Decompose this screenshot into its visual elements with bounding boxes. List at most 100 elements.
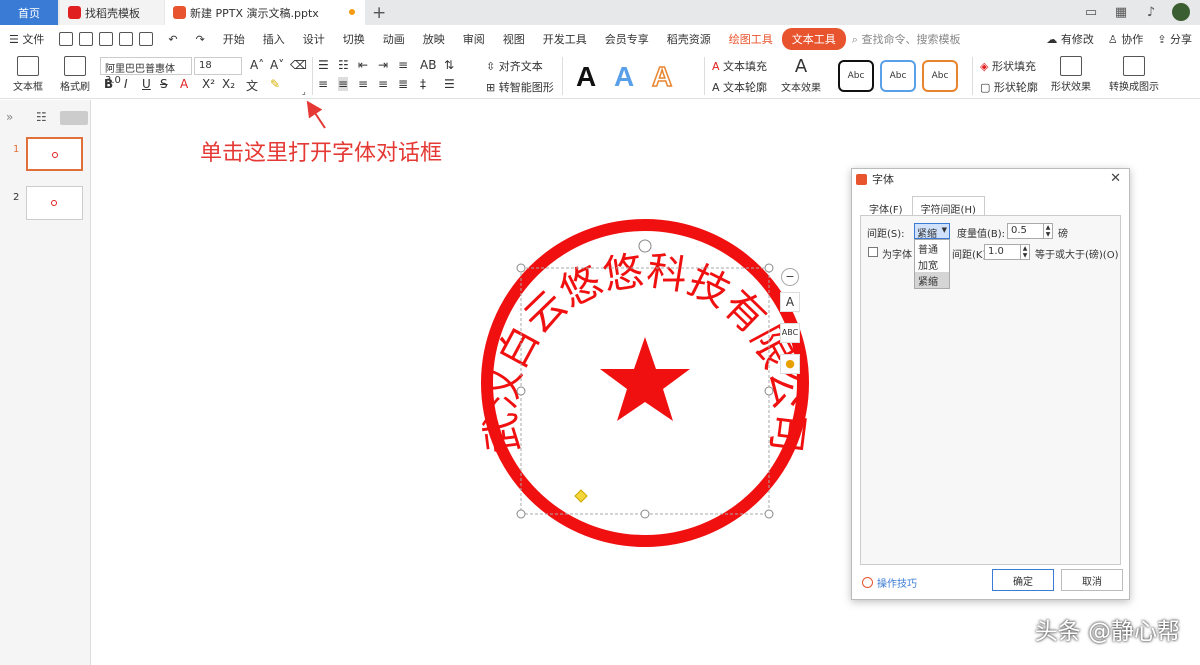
format-painter-button[interactable]: 格式刷 <box>56 56 94 93</box>
menu-member[interactable]: 会员专享 <box>596 31 658 47</box>
resize-handle[interactable] <box>516 386 526 396</box>
font-size-select[interactable]: 18 <box>194 57 242 75</box>
float-idea-icon[interactable]: ● <box>780 354 800 374</box>
menu-slideshow[interactable]: 放映 <box>414 31 454 47</box>
line-spacing-icon[interactable]: ≡ <box>398 58 408 72</box>
menu-start[interactable]: 开始 <box>214 31 254 47</box>
sort-icon[interactable]: ⇅ <box>444 58 454 72</box>
cancel-button[interactable]: 取消 <box>1061 569 1123 591</box>
superscript-icon[interactable]: X² <box>202 77 215 91</box>
resize-handle[interactable] <box>640 509 650 519</box>
indent-icon[interactable]: ⇥ <box>378 58 388 72</box>
textbox-button[interactable]: 文本框 <box>8 56 48 93</box>
strikethrough-icon[interactable]: S <box>160 77 168 91</box>
collapse-float-icon[interactable]: − <box>781 268 799 286</box>
text-style-orange-outline[interactable]: A <box>651 60 673 93</box>
kerning-checkbox[interactable] <box>868 247 878 257</box>
company-stamp[interactable]: 武汉白云悠悠科技有限公司 <box>475 213 815 553</box>
clear-format-icon[interactable]: ⌫ <box>290 58 307 72</box>
kerning-value-input[interactable]: 1.0 ▲ ▼ <box>984 244 1030 260</box>
highlight-icon[interactable]: ✎ <box>270 77 280 91</box>
bold-icon[interactable]: B <box>104 77 113 91</box>
underline-icon[interactable]: U <box>142 77 151 91</box>
menu-review[interactable]: 审阅 <box>454 31 494 47</box>
shape-effect-button[interactable]: 形状效果 <box>1046 56 1096 93</box>
smart-shape-button[interactable]: ⊞ 转智能图形 <box>486 79 554 95</box>
shape-outline-button[interactable]: ▢ 形状轮廓 <box>980 79 1038 95</box>
menu-transition[interactable]: 切换 <box>334 31 374 47</box>
shape-fill-button[interactable]: ◈ 形状填充 <box>980 58 1036 74</box>
subscript-icon[interactable]: X₂ <box>222 77 235 91</box>
spinner-icon[interactable]: ▲ ▼ <box>1043 224 1052 238</box>
spacing-select[interactable]: 紧缩 ▼ <box>914 223 950 240</box>
align-center-icon[interactable]: ≡ <box>338 77 349 91</box>
tab-document[interactable]: 新建 PPTX 演示文稿.pptx <box>165 0 365 25</box>
distribute-icon[interactable]: ≣ <box>398 77 408 91</box>
convert-diagram-button[interactable]: 转换成图示 <box>1104 56 1164 93</box>
adjust-handle[interactable] <box>574 489 588 503</box>
columns-icon[interactable]: ☰ <box>444 77 455 91</box>
float-spellcheck-icon[interactable]: ABC <box>780 323 800 343</box>
menu-text-tools[interactable]: 文本工具 <box>781 28 846 50</box>
font-dialog-launcher-icon[interactable]: ⌟ <box>302 87 306 96</box>
ok-button[interactable]: 确定 <box>992 569 1054 591</box>
copy-icon[interactable] <box>139 32 154 46</box>
text-fill-button[interactable]: A 文本填充 <box>712 58 767 74</box>
numbering-icon[interactable]: ☷ <box>338 58 349 72</box>
grid-apps-icon[interactable]: ▦ <box>1112 3 1130 21</box>
font-color-icon[interactable]: A <box>180 77 188 91</box>
thumbnail-view-icon[interactable] <box>60 111 88 125</box>
tips-link[interactable]: 操作技巧 <box>862 575 917 590</box>
para-spacing-icon[interactable]: ‡ <box>420 77 426 91</box>
menu-insert[interactable]: 插入 <box>254 31 294 47</box>
menu-animation[interactable]: 动画 <box>374 31 414 47</box>
align-left-icon[interactable]: ≡ <box>318 77 328 91</box>
save-icon[interactable] <box>59 32 74 46</box>
font-name-select[interactable]: 阿里巴巴普惠体 3.0 <box>100 57 192 86</box>
share-button[interactable]: ⇪ 分享 <box>1157 31 1192 47</box>
decrease-font-icon[interactable]: A˅ <box>270 58 284 72</box>
italic-icon[interactable]: I <box>124 77 128 91</box>
text-outline-button[interactable]: A 文本轮廓 <box>712 79 767 95</box>
bell-icon[interactable]: ♪ <box>1142 3 1160 21</box>
menu-developer[interactable]: 开发工具 <box>534 31 596 47</box>
search-command-input[interactable]: ⌕ 查找命令、搜索模板 <box>852 31 961 47</box>
shape-style-blue[interactable]: Abc <box>880 60 916 92</box>
preview-icon[interactable] <box>119 32 134 46</box>
file-menu[interactable]: ☰ 文件 <box>0 31 53 47</box>
align-text-button[interactable]: ⇳ 对齐文本 <box>486 58 543 74</box>
spacing-option-normal[interactable]: 普通 <box>915 240 949 256</box>
text-effect-button[interactable]: A 文本效果 <box>776 56 826 94</box>
collaborate-button[interactable]: ♙ 协作 <box>1108 31 1143 47</box>
resize-handle[interactable] <box>516 509 526 519</box>
bullets-icon[interactable]: ☰ <box>318 58 329 72</box>
collapse-panel-icon[interactable]: » <box>6 110 13 124</box>
outline-view-icon[interactable]: ☷ <box>36 110 47 124</box>
phonetic-icon[interactable]: 文 <box>246 77 258 94</box>
resize-handle[interactable] <box>764 509 774 519</box>
menu-view[interactable]: 视图 <box>494 31 534 47</box>
shape-style-orange[interactable]: Abc <box>922 60 958 92</box>
text-style-blue[interactable]: A <box>614 61 634 93</box>
resize-handle[interactable] <box>516 263 526 273</box>
slide-thumbnail-1[interactable] <box>26 137 83 171</box>
avatar[interactable] <box>1172 3 1190 21</box>
text-direction-icon[interactable]: AB <box>420 58 436 72</box>
resize-handle[interactable] <box>764 386 774 396</box>
menu-docer[interactable]: 稻壳资源 <box>658 31 720 47</box>
measure-value-input[interactable]: 0.5 ▲ ▼ <box>1007 223 1053 239</box>
modified-button[interactable]: ☁ 有修改 <box>1046 31 1094 47</box>
spacing-option-condensed[interactable]: 紧缩 <box>915 272 949 288</box>
shape-style-dark[interactable]: Abc <box>838 60 874 92</box>
align-right-icon[interactable]: ≡ <box>358 77 368 91</box>
new-tab-plus-icon[interactable]: + <box>372 3 386 23</box>
print-icon[interactable] <box>99 32 114 46</box>
menu-drawing-tools[interactable]: 绘图工具 <box>720 31 782 47</box>
float-text-style-icon[interactable]: A <box>780 292 800 312</box>
close-icon[interactable]: ✕ <box>1110 171 1121 186</box>
text-style-black[interactable]: A <box>576 61 596 93</box>
rotate-handle-icon[interactable] <box>638 239 652 253</box>
spinner-icon[interactable]: ▲ ▼ <box>1020 245 1029 259</box>
window-layout-icon[interactable]: ▭ <box>1082 3 1100 21</box>
spacing-option-expanded[interactable]: 加宽 <box>915 256 949 272</box>
